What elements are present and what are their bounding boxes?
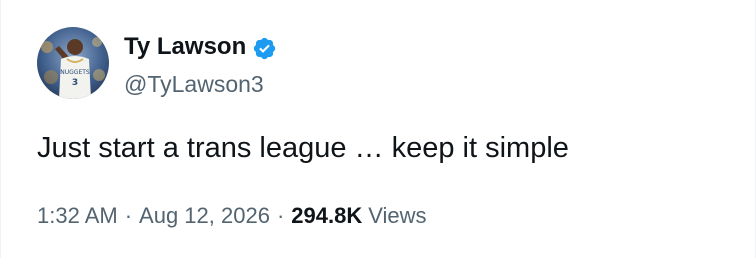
svg-text:NUGGETS: NUGGETS: [60, 69, 90, 76]
avatar[interactable]: NUGGETS 3: [37, 27, 109, 99]
tweet-meta: 1:32 AM · Aug 12, 2026 · 294.8K Views: [37, 202, 427, 230]
author-name-row: Ty Lawson: [124, 33, 277, 61]
views-label: Views: [368, 203, 427, 228]
svg-text:3: 3: [72, 78, 78, 88]
views-count: 294.8K: [291, 203, 363, 228]
tweet-text: Just start a trans league … keep it simp…: [37, 132, 569, 164]
meta-separator: ·: [276, 203, 285, 228]
tweet-card: NUGGETS 3 Ty Lawson @TyLawson3 Just star…: [0, 0, 756, 258]
tweet-time[interactable]: 1:32 AM: [37, 202, 118, 230]
meta-separator: ·: [124, 203, 133, 228]
tweet-date[interactable]: Aug 12, 2026: [139, 202, 270, 230]
author-handle[interactable]: @TyLawson3: [124, 70, 264, 98]
player-avatar-icon: NUGGETS 3: [37, 27, 109, 99]
verified-badge-icon[interactable]: [252, 36, 277, 61]
author-display-name[interactable]: Ty Lawson: [124, 33, 246, 61]
